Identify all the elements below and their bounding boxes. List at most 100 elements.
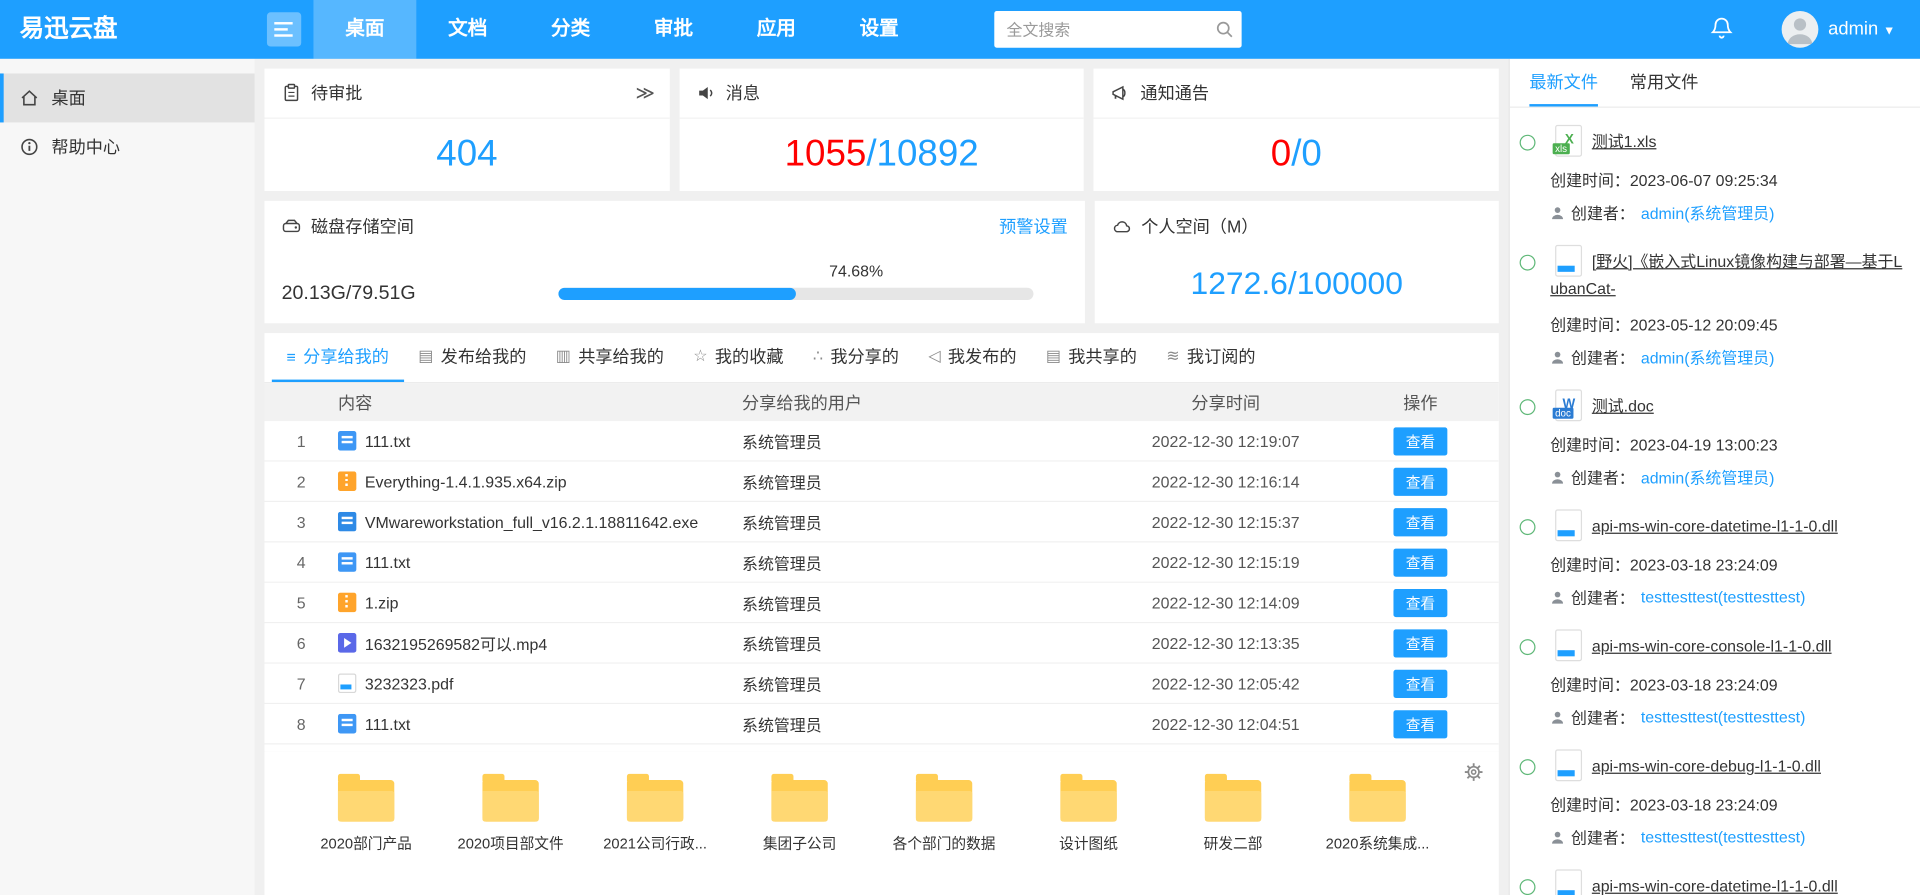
notification-bell-icon[interactable] <box>1709 16 1733 40</box>
file-name-link[interactable]: [野火]《嵌入式Linux镜像构建与部署—基于LubanCat- <box>1550 252 1902 297</box>
created-time-value: 2023-03-18 23:24:09 <box>1630 676 1778 694</box>
folder-item[interactable]: 集团子公司 <box>727 771 871 895</box>
select-circle[interactable] <box>1520 255 1536 271</box>
tab-frequent-files[interactable]: 常用文件 <box>1630 59 1699 107</box>
share-tab[interactable]: 我分享的 <box>798 333 913 382</box>
file-name: VMwareworkstation_full_v16.2.1.18811642.… <box>365 512 698 530</box>
folder-item[interactable]: 各个部门的数据 <box>872 771 1016 895</box>
folder-item[interactable]: 2020系统集成... <box>1305 771 1449 895</box>
view-button[interactable]: 查看 <box>1393 669 1447 697</box>
select-circle[interactable] <box>1520 879 1536 895</box>
folder-item[interactable]: 设计图纸 <box>1016 771 1160 895</box>
sidebar-item-help-center[interactable]: 帮助中心 <box>0 122 255 171</box>
file-name-link[interactable]: api-ms-win-core-datetime-l1-1-0.dll <box>1592 517 1838 535</box>
created-time-label: 创建时间： <box>1550 556 1630 574</box>
share-tab[interactable]: 我的收藏 <box>679 333 799 382</box>
created-time-label: 创建时间： <box>1550 316 1630 334</box>
shared-by-user: 系统管理员 <box>742 510 1109 533</box>
folder-icon <box>338 780 394 822</box>
share-time: 2022-12-30 12:16:14 <box>1109 472 1342 490</box>
personal-space-value: 1272.6/100000 <box>1095 251 1499 315</box>
expand-icon[interactable]: ≫ <box>635 82 652 104</box>
select-circle[interactable] <box>1520 759 1536 775</box>
disk-storage-card: 磁盘存储空间 预警设置 20.13G/79.51G 74.68% <box>264 201 1084 323</box>
alert-settings-link[interactable]: 预警设置 <box>999 214 1068 238</box>
view-button[interactable]: 查看 <box>1393 427 1447 455</box>
search-input[interactable] <box>994 11 1241 48</box>
created-time-label: 创建时间： <box>1550 676 1630 694</box>
share-tab[interactable]: 我订阅的 <box>1152 333 1271 382</box>
share-time: 2022-12-30 12:13:35 <box>1109 634 1342 652</box>
cloud-icon <box>1112 216 1132 236</box>
nav-item[interactable]: 分类 <box>519 0 622 59</box>
nav-item[interactable]: 应用 <box>725 0 828 59</box>
share-tab[interactable]: 共享给我的 <box>541 333 679 382</box>
nav-item[interactable]: 文档 <box>416 0 519 59</box>
share-tab[interactable]: 分享给我的 <box>272 333 404 382</box>
row-index: 5 <box>264 593 337 611</box>
share-tab-label: 我共享的 <box>1068 344 1137 368</box>
creator-label: 创建者： <box>1571 585 1635 608</box>
share-table-card: 分享给我的 发布给我的 共享给我的 我的收藏 <box>264 333 1498 752</box>
folder-icon <box>1349 780 1405 822</box>
username: admin <box>1828 18 1878 39</box>
select-circle[interactable] <box>1520 135 1536 151</box>
file-name-link[interactable]: 测试1.xls <box>1592 132 1657 150</box>
creator-label: 创建者： <box>1571 465 1635 488</box>
select-circle[interactable] <box>1520 639 1536 655</box>
user-avatar[interactable] <box>1782 11 1819 48</box>
creator-value: testtesttest(testtesttest) <box>1641 588 1806 606</box>
nav-item[interactable]: 审批 <box>622 0 725 59</box>
nav-item[interactable]: 桌面 <box>313 0 416 59</box>
folder-item[interactable]: 2021公司行政... <box>583 771 727 895</box>
file-name-link[interactable]: api-ms-win-core-debug-l1-1-0.dll <box>1592 757 1821 775</box>
file-name-link[interactable]: api-ms-win-core-console-l1-1-0.dll <box>1592 637 1832 655</box>
share-tab[interactable]: 我共享的 <box>1031 333 1151 382</box>
table-row: 7 3232323.pdf 系统管理员 2022-12-30 12:05:42 … <box>264 664 1498 704</box>
view-button[interactable]: 查看 <box>1393 508 1447 536</box>
table-row: 3 VMwareworkstation_full_v16.2.1.1881164… <box>264 502 1498 542</box>
right-panel: 最新文件 常用文件 测试1.xls 创建时间：2023-06-07 09:25:… <box>1509 59 1920 895</box>
view-button[interactable]: 查看 <box>1393 588 1447 616</box>
share-tab[interactable]: 我发布的 <box>914 333 1032 382</box>
folder-item[interactable]: 2020项目部文件 <box>438 771 582 895</box>
view-button[interactable]: 查看 <box>1393 629 1447 657</box>
hamburger-menu-icon[interactable] <box>267 12 301 46</box>
folder-name: 2020项目部文件 <box>458 833 564 854</box>
view-button[interactable]: 查看 <box>1393 467 1447 495</box>
folder-item[interactable]: 研发二部 <box>1161 771 1305 895</box>
user-menu[interactable]: admin▼ <box>1828 0 1895 61</box>
person-icon <box>1550 205 1565 220</box>
folder-icon <box>916 780 972 822</box>
nav-item[interactable]: 设置 <box>828 0 931 59</box>
chevron-down-icon: ▼ <box>1883 2 1895 61</box>
gear-icon[interactable] <box>1463 762 1484 783</box>
file-name-link[interactable]: 测试.doc <box>1592 397 1654 415</box>
card-title: 个人空间（M） <box>1141 214 1258 238</box>
folder-item[interactable]: 2020部门产品 <box>294 771 438 895</box>
global-search <box>994 11 1241 48</box>
folder-icon <box>1205 780 1261 822</box>
select-circle[interactable] <box>1520 519 1536 535</box>
view-button[interactable]: 查看 <box>1393 710 1447 738</box>
sidebar-item-desktop[interactable]: 桌面 <box>0 73 255 122</box>
folder-icon <box>771 780 827 822</box>
row-index: 3 <box>264 512 337 530</box>
share-tabs: 分享给我的 发布给我的 共享给我的 我的收藏 <box>264 333 1498 383</box>
creator-value: testtesttest(testtesttest) <box>1641 828 1806 846</box>
share-tab-label: 我的收藏 <box>715 344 784 368</box>
tab-latest-files[interactable]: 最新文件 <box>1529 59 1598 107</box>
share-tab-label: 我分享的 <box>830 344 899 368</box>
view-button[interactable]: 查看 <box>1393 548 1447 576</box>
file-name-link[interactable]: api-ms-win-core-datetime-l1-1-0.dll <box>1592 877 1838 895</box>
shared-by-user: 系统管理员 <box>742 672 1109 695</box>
created-time-value: 2023-03-18 23:24:09 <box>1630 556 1778 574</box>
top-bar: 易迅云盘 桌面 文档 分类 审批 应用 设置 <box>0 0 1920 59</box>
main-nav: 桌面 文档 分类 审批 应用 设置 <box>313 0 930 59</box>
table-row: 1 111.txt 系统管理员 2022-12-30 12:19:07 查看 <box>264 421 1498 461</box>
select-circle[interactable] <box>1520 399 1536 415</box>
search-icon[interactable] <box>1215 20 1235 40</box>
doc2-icon <box>556 347 571 367</box>
approval-clipboard-icon <box>282 83 302 103</box>
share-tab[interactable]: 发布给我的 <box>404 333 542 382</box>
